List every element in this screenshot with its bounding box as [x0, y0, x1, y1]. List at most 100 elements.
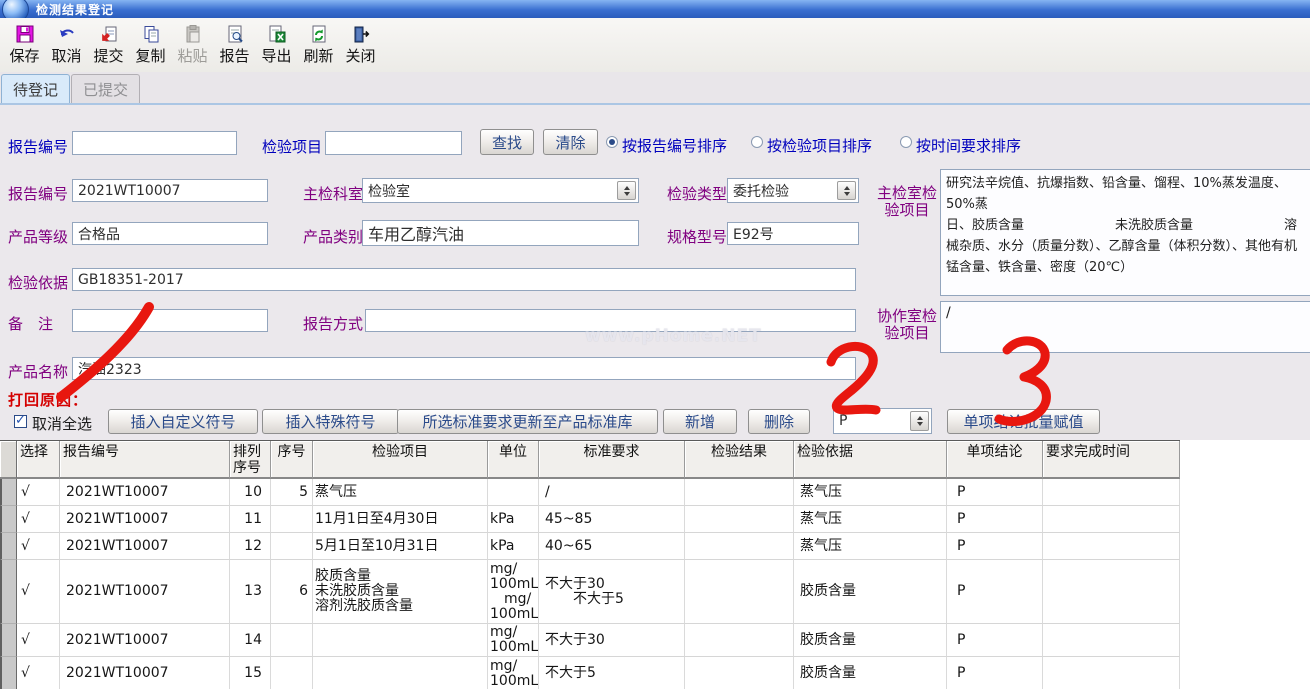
product-name-field[interactable]: 汽油2323: [72, 357, 856, 380]
row-selector[interactable]: [0, 533, 17, 560]
cell-report_no[interactable]: 2021WT10007: [60, 657, 230, 689]
cell-check[interactable]: √: [17, 624, 60, 657]
deselect-all-checkbox[interactable]: [14, 415, 27, 428]
main-room-items-textarea[interactable]: 研究法辛烷值、抗爆指数、铅含量、馏程、10%蒸发温度、50%蒸 日、胶质含量 未…: [940, 169, 1310, 296]
update-standard-button[interactable]: 所选标准要求更新至产品标准库: [397, 409, 658, 434]
cell-order[interactable]: 14: [230, 624, 271, 657]
cell-check[interactable]: √: [17, 506, 60, 533]
cell-item[interactable]: [313, 657, 488, 689]
cell-item[interactable]: 胶质含量 未洗胶质含量 溶剂洗胶质含量: [313, 560, 488, 624]
cell-conclusion[interactable]: P: [947, 479, 1043, 506]
cell-due[interactable]: [1043, 533, 1180, 560]
cell-due[interactable]: [1043, 624, 1180, 657]
toolbar-report-button[interactable]: 报告: [215, 20, 254, 70]
cell-check[interactable]: √: [17, 533, 60, 560]
toolbar-export-button[interactable]: 导出: [257, 20, 296, 70]
basis-field[interactable]: GB18351-2017: [72, 268, 856, 291]
cell-standard[interactable]: 45~85: [539, 506, 685, 533]
insert-custom-symbol-button[interactable]: 插入自定义符号: [108, 409, 258, 434]
row-selector[interactable]: [0, 657, 17, 689]
insert-special-symbol-button[interactable]: 插入特殊符号: [262, 409, 399, 434]
spinner-icon[interactable]: [910, 411, 929, 431]
cell-standard[interactable]: 不大于30 不大于5: [539, 560, 685, 624]
cell-conclusion[interactable]: P: [947, 657, 1043, 689]
toolbar-save-button[interactable]: 保存: [5, 20, 44, 70]
cell-basis[interactable]: 蒸气压: [794, 533, 947, 560]
cell-standard[interactable]: /: [539, 479, 685, 506]
table-row[interactable]: √2021WT1000712 5月1日至10月31日kPa40~65 蒸气压P: [0, 533, 1180, 560]
cell-seq[interactable]: [271, 533, 313, 560]
row-selector[interactable]: [0, 624, 17, 657]
cell-unit[interactable]: mg/ 100mL mg/ 100mL: [488, 560, 539, 624]
cell-seq[interactable]: [271, 657, 313, 689]
cell-seq[interactable]: 6: [271, 560, 313, 624]
cell-seq[interactable]: [271, 624, 313, 657]
row-selector[interactable]: [0, 506, 17, 533]
search-report-no-input[interactable]: [72, 131, 237, 155]
row-selector[interactable]: [0, 479, 17, 506]
spec-field[interactable]: E92号: [727, 222, 859, 245]
report-no-field[interactable]: 2021WT10007: [72, 179, 268, 202]
cell-basis[interactable]: 蒸气压: [794, 506, 947, 533]
cell-item[interactable]: 5月1日至10月31日: [313, 533, 488, 560]
coop-room-items-textarea[interactable]: /: [940, 301, 1310, 353]
cell-check[interactable]: √: [17, 657, 60, 689]
table-row[interactable]: √2021WT10007136胶质含量 未洗胶质含量 溶剂洗胶质含量mg/ 10…: [0, 560, 1180, 624]
cell-conclusion[interactable]: P: [947, 533, 1043, 560]
cell-seq[interactable]: 5: [271, 479, 313, 506]
cell-unit[interactable]: [488, 479, 539, 506]
cell-standard[interactable]: 40~65: [539, 533, 685, 560]
conclusion-select[interactable]: P: [833, 408, 932, 434]
cell-due[interactable]: [1043, 657, 1180, 689]
remark-field[interactable]: [72, 309, 268, 332]
cell-unit[interactable]: kPa: [488, 533, 539, 560]
spinner-icon[interactable]: [837, 181, 856, 200]
cell-unit[interactable]: mg/ 100mL: [488, 624, 539, 657]
toolbar-close-button[interactable]: 关闭: [341, 20, 380, 70]
inspection-type-select[interactable]: 委托检验: [727, 178, 859, 203]
cell-conclusion[interactable]: P: [947, 506, 1043, 533]
table-row[interactable]: √2021WT100071111月1日至4月30日kPa45~85蒸气压P: [0, 506, 1180, 533]
table-row[interactable]: √2021WT1000715mg/ 100mL不大于5胶质含量P: [0, 657, 1180, 689]
row-selector[interactable]: [0, 560, 17, 624]
cell-basis[interactable]: 胶质含量: [794, 657, 947, 689]
cell-report_no[interactable]: 2021WT10007: [60, 560, 230, 624]
cell-due[interactable]: [1043, 506, 1180, 533]
cell-report_no[interactable]: 2021WT10007: [60, 624, 230, 657]
cell-due[interactable]: [1043, 560, 1180, 624]
department-select[interactable]: 检验室: [362, 178, 639, 203]
spinner-icon[interactable]: [617, 181, 636, 200]
search-item-input[interactable]: [325, 131, 462, 155]
cell-result[interactable]: [685, 560, 794, 624]
toolbar-submit-button[interactable]: 提交: [89, 20, 128, 70]
cell-report_no[interactable]: 2021WT10007: [60, 533, 230, 560]
batch-assign-button[interactable]: 单项结论批量赋值: [947, 409, 1100, 434]
cell-order[interactable]: 15: [230, 657, 271, 689]
cell-order[interactable]: 12: [230, 533, 271, 560]
tab-submitted[interactable]: 已提交: [71, 74, 140, 103]
cell-order[interactable]: 10: [230, 479, 271, 506]
category-field[interactable]: 车用乙醇汽油: [362, 220, 639, 246]
find-button[interactable]: 查找: [480, 129, 534, 155]
cell-result[interactable]: [685, 657, 794, 689]
cell-unit[interactable]: kPa: [488, 506, 539, 533]
cell-report_no[interactable]: 2021WT10007: [60, 479, 230, 506]
cell-result[interactable]: [685, 479, 794, 506]
cell-item[interactable]: 蒸气压: [313, 479, 488, 506]
cell-order[interactable]: 13: [230, 560, 271, 624]
cell-result[interactable]: [685, 533, 794, 560]
cell-basis[interactable]: 蒸气压: [794, 479, 947, 506]
cell-unit[interactable]: mg/ 100mL: [488, 657, 539, 689]
cell-check[interactable]: √: [17, 479, 60, 506]
cell-report_no[interactable]: 2021WT10007: [60, 506, 230, 533]
toolbar-cancel-button[interactable]: 取消: [47, 20, 86, 70]
cell-basis[interactable]: 胶质含量: [794, 560, 947, 624]
cell-conclusion[interactable]: P: [947, 560, 1043, 624]
cell-order[interactable]: 11: [230, 506, 271, 533]
toolbar-copy-button[interactable]: 复制: [131, 20, 170, 70]
cell-basis[interactable]: 胶质含量: [794, 624, 947, 657]
delete-button[interactable]: 删除: [748, 409, 810, 434]
table-row[interactable]: √2021WT10007105蒸气压/蒸气压P: [0, 479, 1180, 506]
tab-pending[interactable]: 待登记: [1, 74, 70, 103]
grade-field[interactable]: 合格品: [72, 222, 268, 245]
